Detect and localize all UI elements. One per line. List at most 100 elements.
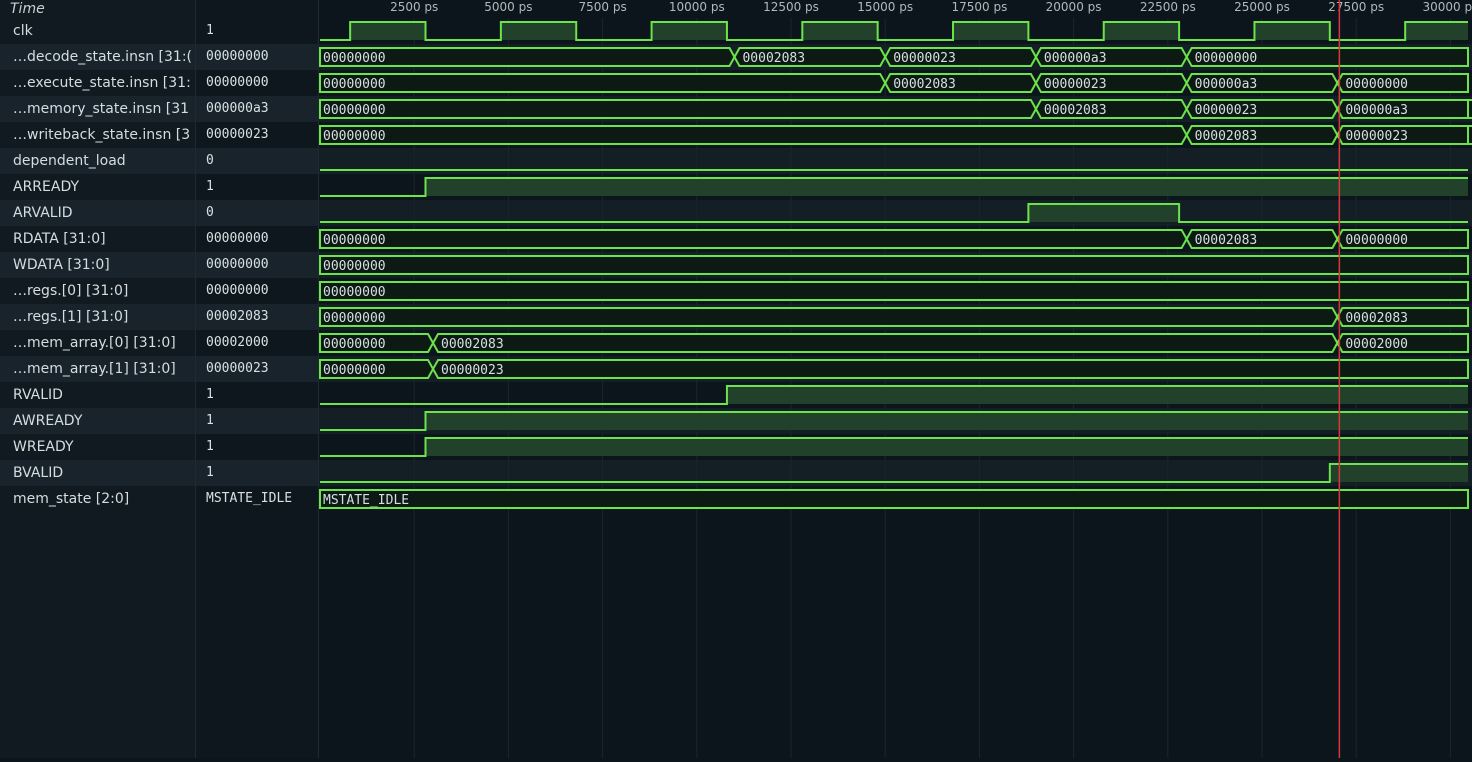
signal-name[interactable]: clk: [13, 18, 193, 44]
timeline-tick-label: 2500 ps: [390, 0, 438, 14]
signal-value: 00000023: [206, 361, 269, 376]
bus-segment: [1467, 99, 1472, 119]
bus-segment: [319, 255, 1469, 275]
bus-segment: [319, 99, 1038, 119]
bus-segment-value: 00000000: [323, 103, 386, 118]
signal-name[interactable]: dependent_load: [13, 148, 193, 174]
signal-value: 000000a3: [206, 101, 269, 116]
signal-name[interactable]: …mem_array.[0] [31:0]: [13, 330, 193, 356]
bus-segment-value: 00000023: [441, 363, 504, 378]
signal-name[interactable]: …memory_state.insn [31: [13, 96, 193, 122]
signal-value: 1: [206, 387, 214, 402]
signal-name[interactable]: WDATA [31:0]: [13, 252, 193, 278]
signal-high-fill: [1329, 464, 1468, 482]
signal-high-fill: [350, 22, 426, 40]
timeline-tick-label: 12500 ps: [763, 0, 819, 14]
signal-high-fill: [425, 412, 1468, 430]
timeline-tick-label: 25000 ps: [1234, 0, 1290, 14]
signal-name[interactable]: RDATA [31:0]: [13, 226, 193, 252]
signal-value: 00000000: [206, 257, 269, 272]
signal-name[interactable]: …writeback_state.insn [3: [13, 122, 193, 148]
bus-segment: [319, 281, 1469, 301]
signal-name[interactable]: …execute_state.insn [31:: [13, 70, 193, 96]
bus-segment-value: MSTATE_IDLE: [323, 493, 409, 508]
bus-segment-value: 00000023: [1195, 103, 1258, 118]
signal-name[interactable]: …mem_array.[1] [31:0]: [13, 356, 193, 382]
signal-value: 1: [206, 465, 214, 480]
signal-high-fill: [953, 22, 1029, 40]
signal-value: 1: [206, 179, 214, 194]
signal-value: 1: [206, 439, 214, 454]
signal-value: 00000023: [206, 127, 269, 142]
bus-segment-value: 00002083: [742, 51, 805, 66]
signal-value: 00000000: [206, 49, 269, 64]
signal-value-panel: 1 00000000 00000000 000000a3 00000023 0 1 0 0000…: [196, 0, 319, 758]
bus-segment-value: 00002000: [1345, 337, 1408, 352]
signal-high-fill: [726, 386, 1468, 404]
bus-segment-value: 000000a3: [1195, 77, 1258, 92]
bus-segment-value: 000000a3: [1345, 103, 1408, 118]
waveform-canvas[interactable]: 2500 ps 5000 ps 7500 ps 10000 ps 12500 ps 150…: [319, 0, 1472, 758]
signal-name[interactable]: AWREADY: [13, 408, 193, 434]
bus-segment: [319, 229, 1188, 249]
signal-name[interactable]: ARREADY: [13, 174, 193, 200]
bus-segment-value: 00000000: [1345, 77, 1408, 92]
timeline-tick-label: 30000 ps: [1422, 0, 1472, 14]
signal-high-fill: [1028, 204, 1180, 222]
timeline-tick-label: 5000 ps: [484, 0, 532, 14]
signal-high-fill: [500, 22, 577, 40]
signal-name-panel: Time clk …decode_state.insn [31:(…execute…: [0, 0, 196, 758]
bus-segment-value: 00000000: [323, 77, 386, 92]
bus-segment: [1467, 125, 1472, 145]
bus-segment: [431, 333, 1339, 353]
signal-name[interactable]: WREADY: [13, 434, 193, 460]
bus-segment: [319, 489, 1469, 509]
signal-name[interactable]: RVALID: [13, 382, 193, 408]
bus-segment-value: 00000000: [323, 259, 386, 274]
bus-segment-value: 00000000: [323, 363, 386, 378]
signal-high-fill: [1405, 22, 1468, 40]
timeline-tick-label: 27500 ps: [1328, 0, 1384, 14]
signal-high-fill: [1103, 22, 1180, 40]
signal-name[interactable]: …regs.[0] [31:0]: [13, 278, 193, 304]
bus-segment-value: 00002083: [441, 337, 504, 352]
bus-segment: [319, 307, 1339, 327]
bus-segment-value: 000000a3: [1044, 51, 1107, 66]
bus-segment: [319, 73, 887, 93]
signal-name[interactable]: …decode_state.insn [31:(: [13, 44, 193, 70]
timeline-tick-label: 17500 ps: [951, 0, 1007, 14]
bus-segment-value: 00000023: [893, 51, 956, 66]
bus-segment-value: 00002083: [1044, 103, 1107, 118]
signal-high-fill: [651, 22, 727, 40]
bus-segment-value: 00000000: [323, 285, 386, 300]
signal-value: 00000000: [206, 75, 269, 90]
signal-name[interactable]: BVALID: [13, 460, 193, 486]
signal-value: 1: [206, 23, 214, 38]
signal-value: 00002000: [206, 335, 269, 350]
signal-value: 1: [206, 413, 214, 428]
time-header-label: Time: [10, 1, 45, 17]
signal-value: 0: [206, 205, 214, 220]
bus-segment-value: 00000000: [1345, 233, 1408, 248]
signal-name[interactable]: mem_state [2:0]: [13, 486, 193, 512]
timeline-tick-label: 22500 ps: [1140, 0, 1196, 14]
bus-segment-value: 00000023: [1044, 77, 1107, 92]
timeline-tick-label: 10000 ps: [669, 0, 725, 14]
bus-segment-value: 00000000: [323, 129, 386, 144]
signal-value: 00000000: [206, 231, 269, 246]
bus-segment-value: 00000000: [1195, 51, 1258, 66]
signal-value: 00002083: [206, 309, 269, 324]
bus-segment-value: 00002083: [1195, 233, 1258, 248]
bus-segment-value: 00002083: [1195, 129, 1258, 144]
timeline-tick-label: 15000 ps: [857, 0, 913, 14]
signal-name[interactable]: ARVALID: [13, 200, 193, 226]
bus-segment-value: 00002083: [893, 77, 956, 92]
signal-value: 0: [206, 153, 214, 168]
signal-high-fill: [425, 178, 1468, 196]
bus-segment-value: 00002083: [1345, 311, 1408, 326]
signal-high-fill: [1254, 22, 1330, 40]
bus-segment-value: 00000023: [1345, 129, 1408, 144]
signal-name[interactable]: …regs.[1] [31:0]: [13, 304, 193, 330]
timeline-tick-label: 7500 ps: [578, 0, 626, 14]
waveform-panel[interactable]: 2500 ps 5000 ps 7500 ps 10000 ps 12500 ps 150…: [319, 0, 1472, 758]
